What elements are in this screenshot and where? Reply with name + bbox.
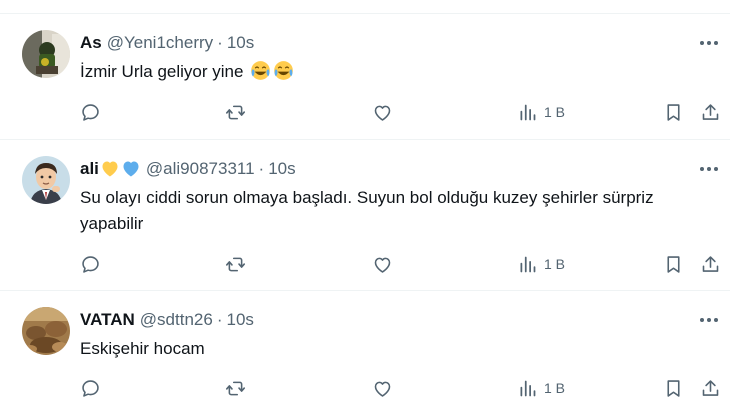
retweet-icon xyxy=(225,105,246,119)
share-button[interactable] xyxy=(700,376,721,400)
share-icon xyxy=(702,379,719,396)
retweet-button[interactable] xyxy=(225,376,246,400)
more-button[interactable] xyxy=(698,309,720,331)
tweet-header: ali @ali90873311 · 10s xyxy=(80,158,296,180)
author-name[interactable]: As xyxy=(80,33,102,53)
avatar[interactable] xyxy=(22,156,70,204)
views-button[interactable]: 1 B xyxy=(517,252,565,276)
tweet-actions: 1 B xyxy=(80,376,725,400)
views-button[interactable]: 1 B xyxy=(517,100,565,124)
retweet-button[interactable] xyxy=(225,100,246,124)
views-count: 1 B xyxy=(544,380,566,396)
timestamp[interactable]: 10s xyxy=(268,159,295,179)
views-icon xyxy=(520,104,536,120)
like-button[interactable] xyxy=(372,100,393,124)
retweet-icon xyxy=(225,381,246,395)
avatar-image-icon xyxy=(22,156,70,204)
tweet-2[interactable]: ali @ali90873311 · 10s Su olayı ciddi so… xyxy=(0,141,730,291)
tweet-actions: 1 B xyxy=(80,100,725,124)
like-button[interactable] xyxy=(372,376,393,400)
views-count: 1 B xyxy=(544,256,566,272)
separator: · xyxy=(217,33,223,52)
tweet-text: İzmir Urla geliyor yine xyxy=(80,59,720,85)
retweet-button[interactable] xyxy=(225,252,246,276)
tweet-1[interactable]: As @Yeni1cherry · 10s İzmir Urla geliyor… xyxy=(0,15,730,140)
blue-heart-emoji xyxy=(123,161,139,177)
bookmark-icon xyxy=(667,103,680,121)
tweet-3[interactable]: VATAN @sdttn26 · 10s Eskişehir hocam 1 B xyxy=(0,292,730,420)
author-name[interactable]: VATAN xyxy=(80,310,135,330)
author-name[interactable]: ali xyxy=(80,159,99,179)
tweet-text-content: Eskişehir hocam xyxy=(80,339,205,358)
more-icon xyxy=(700,167,718,171)
tweet-text: Su olayı ciddi sorun olmaya başladı. Suy… xyxy=(80,185,720,237)
yellow-heart-emoji xyxy=(102,161,118,177)
bookmark-button[interactable] xyxy=(663,252,684,276)
feed-top-divider xyxy=(0,0,730,14)
separator: · xyxy=(258,159,265,178)
tweet-actions: 1 B xyxy=(80,252,725,276)
heart-icon xyxy=(374,381,391,397)
avatar[interactable] xyxy=(22,307,70,355)
more-button[interactable] xyxy=(698,32,720,54)
tweet-text-content: Su olayı ciddi sorun olmaya başladı. Suy… xyxy=(80,188,654,233)
tweet-header: VATAN @sdttn26 · 10s xyxy=(80,309,254,331)
tweet-text-content: İzmir Urla geliyor yine xyxy=(80,62,244,81)
tweet-text: Eskişehir hocam xyxy=(80,336,720,362)
heart-icon xyxy=(374,105,391,121)
reply-button[interactable] xyxy=(80,252,101,276)
heart-icon xyxy=(374,257,391,273)
separator: · xyxy=(216,310,223,329)
share-button[interactable] xyxy=(700,100,721,124)
avatar-image-icon xyxy=(22,307,70,355)
views-icon xyxy=(520,256,536,272)
author-handle[interactable]: @Yeni1cherry xyxy=(107,33,213,53)
tears-of-joy-emoji xyxy=(251,61,271,80)
views-count: 1 B xyxy=(544,104,566,120)
share-icon xyxy=(702,255,719,272)
tears-of-joy-emoji xyxy=(274,61,294,80)
reply-icon xyxy=(82,255,99,273)
more-icon xyxy=(700,41,718,45)
bookmark-icon xyxy=(667,379,680,397)
avatar-image-icon xyxy=(22,30,70,78)
like-button[interactable] xyxy=(372,252,393,276)
share-icon xyxy=(702,103,719,120)
timestamp[interactable]: 10s xyxy=(226,310,253,330)
avatar[interactable] xyxy=(22,30,70,78)
reply-icon xyxy=(82,379,99,397)
bookmark-icon xyxy=(667,255,680,273)
more-icon xyxy=(700,318,718,322)
reply-button[interactable] xyxy=(80,376,101,400)
timestamp[interactable]: 10s xyxy=(227,33,254,53)
bookmark-button[interactable] xyxy=(663,376,684,400)
reply-icon xyxy=(82,103,99,121)
share-button[interactable] xyxy=(700,252,721,276)
views-icon xyxy=(520,380,536,396)
views-button[interactable]: 1 B xyxy=(517,376,565,400)
more-button[interactable] xyxy=(698,158,720,180)
author-handle[interactable]: @ali90873311 xyxy=(146,159,255,179)
tweet-header: As @Yeni1cherry · 10s xyxy=(80,32,254,54)
reply-button[interactable] xyxy=(80,100,101,124)
author-handle[interactable]: @sdttn26 xyxy=(140,310,213,330)
bookmark-button[interactable] xyxy=(663,100,684,124)
retweet-icon xyxy=(225,257,246,271)
